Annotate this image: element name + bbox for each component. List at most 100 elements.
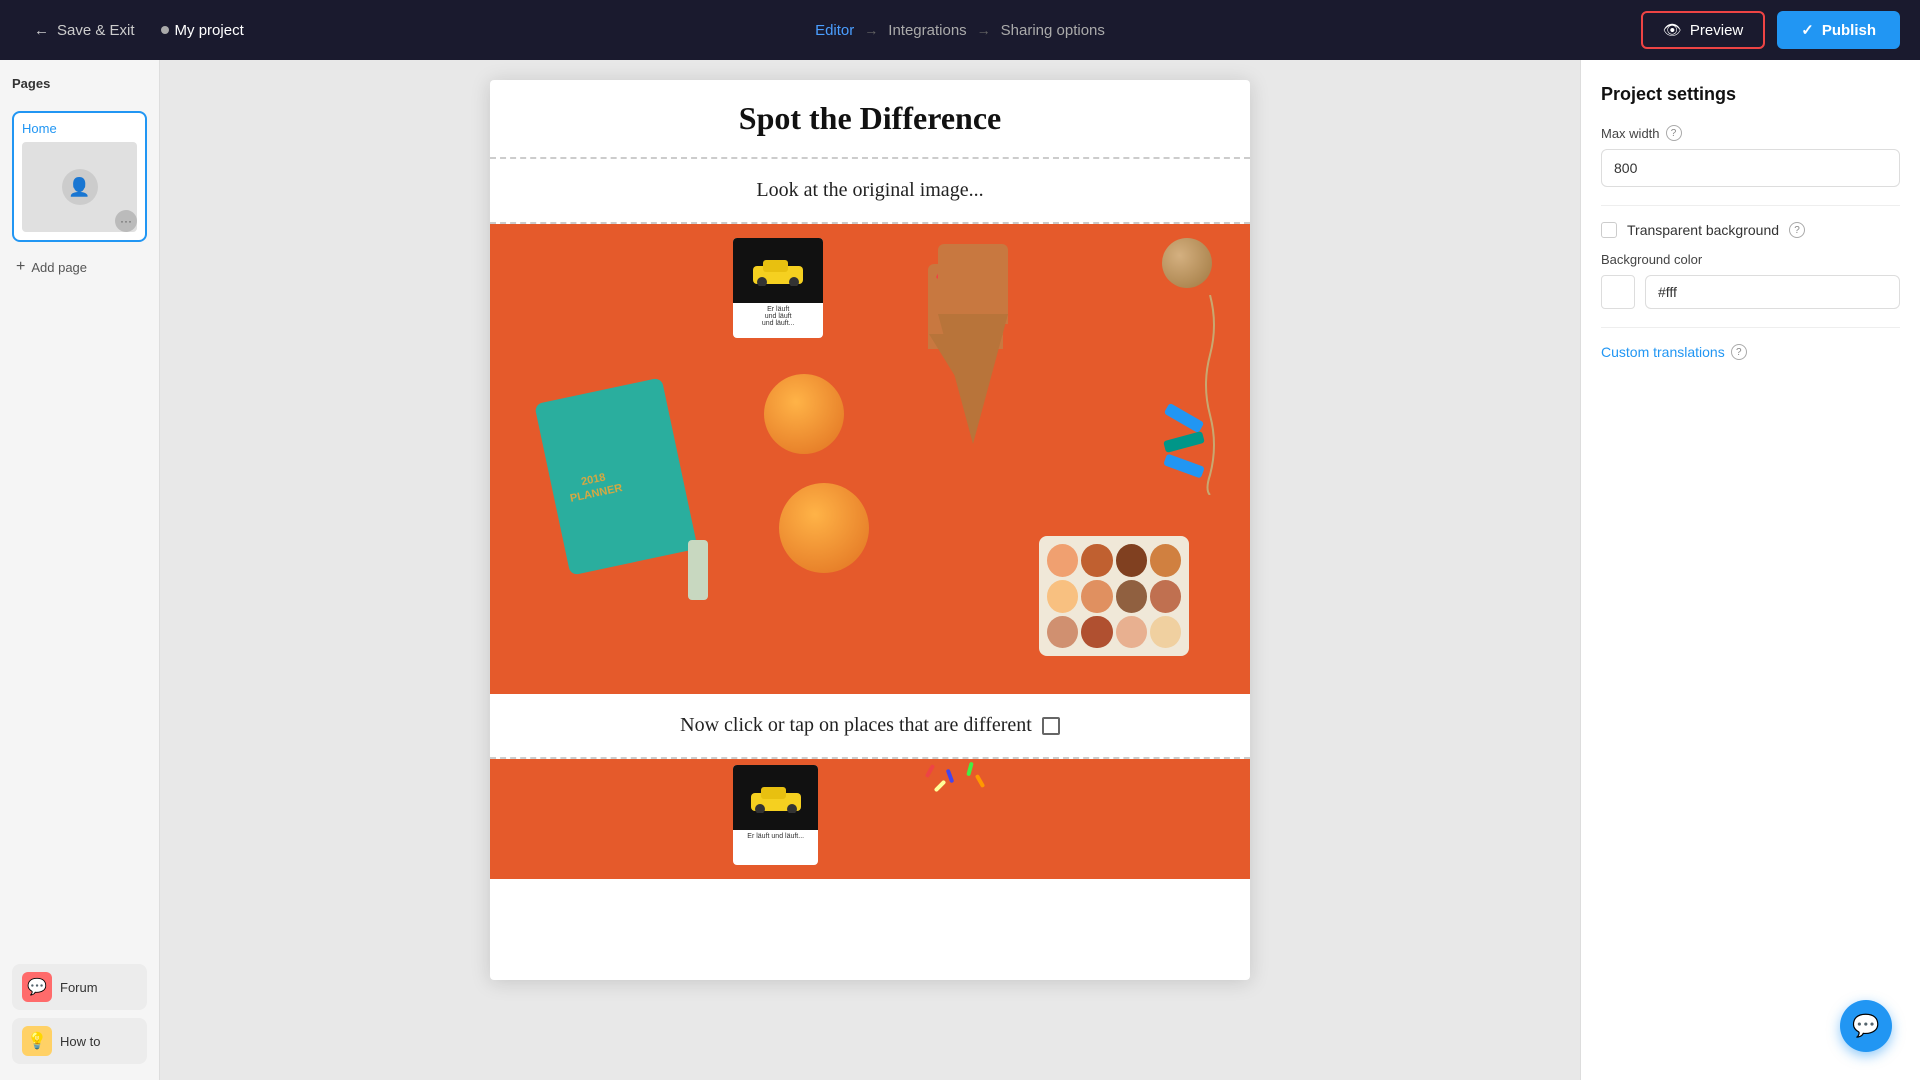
- checkmark-icon: ✓: [1801, 21, 1814, 39]
- canvas-title-section: Spot the Difference: [490, 80, 1250, 159]
- top-navigation: ← Save & Exit My project Editor → Integr…: [0, 0, 1920, 60]
- bottom-car-image: [733, 765, 818, 830]
- transparent-bg-info-icon[interactable]: ?: [1789, 222, 1805, 238]
- bottom-card-text: Er läuft und läuft...: [733, 830, 818, 843]
- save-exit-button[interactable]: ← Save & Exit: [20, 14, 149, 47]
- page-card-menu-button[interactable]: ···: [115, 210, 137, 232]
- makeup-dot-11: [1150, 616, 1181, 649]
- scene-walnut: [1162, 238, 1212, 288]
- canvas-cta-section: Now click or tap on places that are diff…: [490, 694, 1250, 759]
- forum-label: Forum: [60, 980, 98, 995]
- scene-clothespins: [1164, 412, 1204, 472]
- cone-triangle2: [938, 314, 1008, 444]
- bg-color-field: Background color: [1601, 252, 1900, 309]
- sidebar-bottom-tools: 💬 Forum 💡 How to: [12, 964, 147, 1064]
- bg-color-input[interactable]: [1645, 275, 1900, 309]
- arrow-icon-1: →: [864, 22, 878, 38]
- transparent-bg-row: Transparent background ?: [1601, 222, 1900, 238]
- plus-icon: +: [16, 258, 25, 276]
- max-width-label-text: Max width: [1601, 126, 1660, 141]
- makeup-dot-5: [1081, 580, 1112, 613]
- max-width-input[interactable]: [1601, 149, 1900, 187]
- canvas-cta-text: Now click or tap on places that are diff…: [680, 714, 1032, 737]
- preview-label: Preview: [1690, 22, 1743, 39]
- panel-divider-2: [1601, 327, 1900, 328]
- scene-orange1: [764, 374, 844, 454]
- nav-steps: Editor → Integrations → Sharing options: [815, 22, 1105, 39]
- scene-cone-group: [923, 224, 1008, 444]
- nav-step-sharing[interactable]: Sharing options: [1001, 22, 1105, 39]
- canvas-bottom-scene: Er läuft und läuft...: [490, 759, 1250, 879]
- home-page-card[interactable]: Home 👤 ···: [12, 111, 147, 242]
- eye-icon: 👁: [1663, 21, 1682, 39]
- canvas-cta-checkbox: [1042, 717, 1060, 735]
- car-card-image: [733, 238, 823, 303]
- publish-button[interactable]: ✓ Publish: [1777, 11, 1900, 49]
- canvas-main-image: 2018PLANNER Er läuftund läuftund läuft..…: [490, 224, 1250, 694]
- nav-step-editor[interactable]: Editor: [815, 22, 854, 39]
- canvas-subtitle-section: Look at the original image...: [490, 159, 1250, 224]
- bg-color-label: Background color: [1601, 252, 1900, 267]
- chat-bubble-button[interactable]: 💬: [1840, 1000, 1892, 1052]
- howto-tool[interactable]: 💡 How to: [12, 1018, 147, 1064]
- scene-orange2: [779, 483, 869, 573]
- makeup-dot-6: [1116, 580, 1147, 613]
- person-icon: 👤: [68, 177, 90, 198]
- project-name: My project: [161, 22, 244, 39]
- bg-color-label-text: Background color: [1601, 252, 1702, 267]
- bg-color-row: [1601, 275, 1900, 309]
- project-name-text: My project: [175, 22, 244, 39]
- panel-title: Project settings: [1601, 84, 1900, 105]
- makeup-dot-9: [1081, 616, 1112, 649]
- canvas-subtitle: Look at the original image...: [510, 179, 1230, 202]
- makeup-dot-1: [1081, 544, 1112, 577]
- home-page-thumb-icon: 👤: [62, 169, 98, 205]
- canvas-title: Spot the Difference: [510, 100, 1230, 137]
- scene-notebook: 2018PLANNER: [534, 377, 698, 575]
- home-page-label: Home: [22, 121, 137, 136]
- save-exit-label: Save & Exit: [57, 22, 135, 39]
- custom-translations-link[interactable]: Custom translations ?: [1601, 344, 1900, 360]
- preview-button[interactable]: 👁 Preview: [1641, 11, 1765, 49]
- bottom-car-card: Er läuft und läuft...: [733, 765, 818, 865]
- arrow-left-icon: ←: [34, 22, 49, 39]
- nav-right-buttons: 👁 Preview ✓ Publish: [1641, 11, 1900, 49]
- forum-icon: 💬: [22, 972, 52, 1002]
- bottom-sprinkles: [908, 759, 1008, 819]
- left-sidebar: Pages Home 👤 ··· + Add page 💬 Forum 💡 Ho…: [0, 60, 160, 1080]
- add-page-label: Add page: [31, 260, 87, 275]
- makeup-dot-4: [1047, 580, 1078, 613]
- transparent-bg-checkbox[interactable]: [1601, 222, 1617, 238]
- custom-translations-info-icon[interactable]: ?: [1731, 344, 1747, 360]
- main-layout: Pages Home 👤 ··· + Add page 💬 Forum 💡 Ho…: [0, 60, 1920, 1080]
- howto-label: How to: [60, 1034, 100, 1049]
- max-width-info-icon[interactable]: ?: [1666, 125, 1682, 141]
- canvas-area: Spot the Difference Look at the original…: [160, 60, 1580, 1080]
- makeup-dot-0: [1047, 544, 1078, 577]
- makeup-dot-8: [1047, 616, 1078, 649]
- add-page-button[interactable]: + Add page: [12, 254, 147, 280]
- makeup-dot-2: [1116, 544, 1147, 577]
- color-swatch[interactable]: [1601, 275, 1635, 309]
- panel-divider-1: [1601, 205, 1900, 206]
- custom-translations-label: Custom translations: [1601, 344, 1725, 360]
- publish-label: Publish: [1822, 22, 1876, 39]
- scene-cone2: [938, 244, 1008, 444]
- scene-nail-polish: [688, 540, 708, 600]
- project-dot: [161, 26, 169, 34]
- notebook-text: 2018PLANNER: [566, 467, 624, 506]
- car-card-text: Er läuftund läuftund läuft...: [733, 303, 823, 330]
- makeup-dot-3: [1150, 544, 1181, 577]
- max-width-label: Max width ?: [1601, 125, 1900, 141]
- scene-string: [1200, 295, 1220, 495]
- makeup-dot-7: [1150, 580, 1181, 613]
- canvas-inner: Spot the Difference Look at the original…: [490, 80, 1250, 980]
- transparent-bg-label: Transparent background: [1627, 222, 1779, 238]
- pages-title: Pages: [12, 76, 147, 91]
- makeup-dot-10: [1116, 616, 1147, 649]
- max-width-field: Max width ?: [1601, 125, 1900, 187]
- forum-tool[interactable]: 💬 Forum: [12, 964, 147, 1010]
- cone-top2: [938, 244, 1008, 324]
- howto-icon: 💡: [22, 1026, 52, 1056]
- nav-step-integrations[interactable]: Integrations: [888, 22, 966, 39]
